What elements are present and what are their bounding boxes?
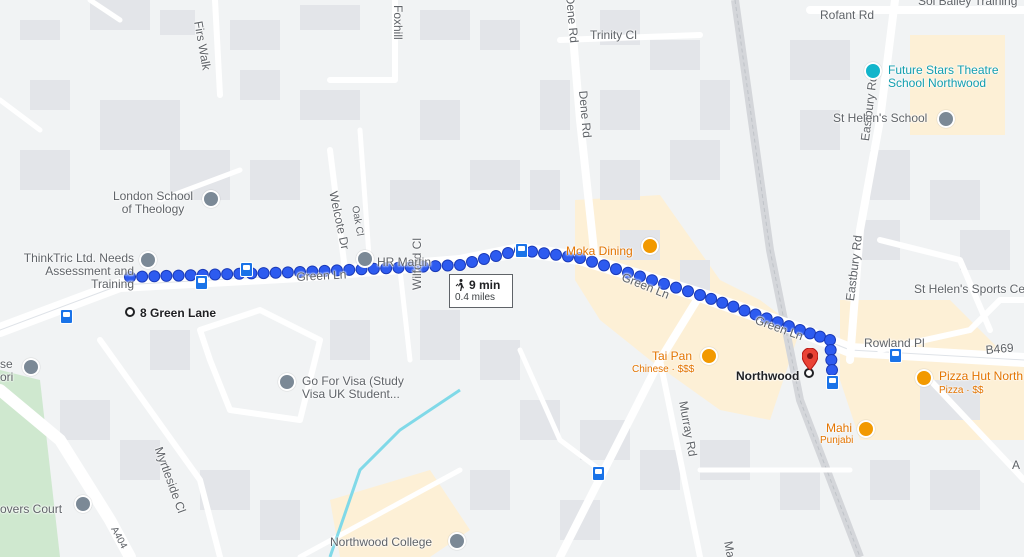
road-label-b469: B469	[985, 340, 1015, 357]
bus-stop-icon[interactable]	[195, 275, 208, 290]
route-dot	[466, 256, 478, 268]
route-dot	[705, 292, 718, 305]
route-dot	[257, 267, 270, 280]
bus-stop-icon[interactable]	[592, 466, 605, 481]
place-ose-ori[interactable]: se ori	[0, 358, 14, 384]
bus-stop-icon[interactable]	[240, 262, 253, 277]
route-distance: 0.4 miles	[455, 292, 496, 303]
place-northwood-college[interactable]: Northwood College	[330, 536, 432, 549]
route-dot	[738, 304, 751, 317]
route-dot	[160, 269, 173, 282]
route-dot	[454, 259, 466, 271]
restaurant-pin-icon[interactable]	[915, 369, 933, 387]
start-label[interactable]: 8 Green Lane	[140, 307, 216, 320]
school-pin-icon[interactable]	[139, 251, 157, 269]
walking-icon	[455, 279, 464, 291]
road-label-a: A	[1012, 458, 1021, 472]
route-dot	[550, 248, 562, 261]
route-dot	[694, 289, 706, 301]
school-pin-icon[interactable]	[448, 532, 466, 550]
place-pizza-hut-category: Pizza · $$	[939, 385, 984, 396]
map-canvas[interactable]: Firs Walk Foxhill Dene Rd Dene Rd Trinit…	[0, 0, 1024, 557]
start-point-icon[interactable]	[125, 307, 135, 317]
route-dot	[670, 281, 682, 294]
place-future-stars[interactable]: Future Stars Theatre School Northwood	[888, 64, 1008, 90]
route-dot	[490, 250, 502, 262]
road-label-trinity-cl: Trinity Cl	[590, 28, 637, 42]
route-dot	[824, 344, 837, 356]
shop-pin-icon[interactable]	[356, 250, 374, 268]
route-dot	[441, 259, 454, 272]
route-dot	[538, 247, 550, 260]
bus-stop-icon[interactable]	[826, 375, 839, 390]
route-dot	[598, 259, 610, 272]
route-dot	[814, 330, 826, 343]
route-dot	[136, 270, 149, 283]
destination-label[interactable]: Northwood	[736, 370, 799, 383]
place-hr-martin[interactable]: HR Martin	[377, 256, 431, 269]
route-dot	[502, 247, 514, 259]
school-pin-icon[interactable]	[937, 110, 955, 128]
route-dot	[825, 354, 838, 366]
route-dot	[716, 296, 729, 309]
route-dot	[804, 327, 816, 340]
place-tai-pan-category: Chinese · $$$	[632, 364, 695, 375]
route-info-card[interactable]: 9 min 0.4 miles	[449, 274, 513, 308]
road-label-rofant-rd: Rofant Rd	[820, 8, 875, 22]
place-st-helens-school[interactable]: St Helen's School	[833, 112, 927, 125]
route-dot	[826, 364, 838, 376]
bus-stop-icon[interactable]	[60, 309, 73, 324]
restaurant-pin-icon[interactable]	[857, 420, 875, 438]
route-dot	[172, 269, 185, 282]
route-dot	[682, 285, 694, 298]
theatre-pin-icon[interactable]	[864, 62, 882, 80]
route-dot	[610, 263, 622, 276]
route-dot	[824, 334, 836, 346]
place-mahi-category: Punjabi	[820, 435, 854, 446]
route-dot	[269, 266, 282, 279]
place-thinktric[interactable]: ThinkTric Ltd. Needs Assessment and Trai…	[16, 252, 134, 291]
place-pin-icon[interactable]	[74, 495, 92, 513]
place-moka-dining[interactable]: Moka Dining	[566, 245, 633, 258]
route-duration: 9 min	[469, 278, 501, 292]
place-go-for-visa[interactable]: Go For Visa (Study Visa UK Student...	[302, 375, 412, 401]
road-label-green-ln-1: Green Ln	[296, 267, 347, 284]
restaurant-pin-icon[interactable]	[641, 237, 659, 255]
road-label-sol-bailey: Sol Bailey Training	[918, 0, 1018, 8]
route-dot	[526, 245, 538, 258]
road-label-ma: Ma	[721, 540, 738, 557]
restaurant-pin-icon[interactable]	[700, 347, 718, 365]
place-pizza-hut[interactable]: Pizza Hut North	[939, 370, 1023, 383]
route-dot	[478, 253, 490, 265]
route-dot	[209, 268, 221, 281]
school-pin-icon[interactable]	[278, 373, 296, 391]
bus-stop-icon[interactable]	[515, 243, 528, 258]
destination-pin-icon[interactable]	[802, 348, 818, 370]
place-london-school[interactable]: London School of Theology	[108, 190, 198, 216]
route-dot	[221, 268, 234, 281]
place-overs-court[interactable]: overs Court	[0, 503, 62, 516]
place-tai-pan[interactable]: Tai Pan	[652, 350, 692, 363]
route-dot	[429, 260, 442, 273]
route-dot	[727, 300, 740, 313]
school-pin-icon[interactable]	[22, 358, 40, 376]
bus-stop-icon[interactable]	[889, 348, 902, 363]
place-st-helens-sports[interactable]: St Helen's Sports Ce	[914, 283, 1024, 296]
school-pin-icon[interactable]	[202, 190, 220, 208]
route-dot	[148, 270, 161, 283]
route-dot	[281, 266, 294, 279]
road-label-foxhill: Foxhill	[391, 5, 405, 40]
